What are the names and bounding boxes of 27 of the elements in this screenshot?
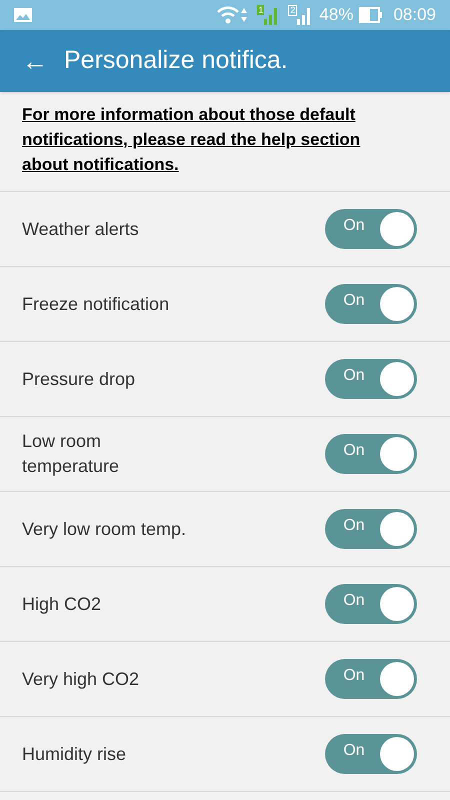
toggle-switch[interactable]: On (325, 659, 417, 699)
toggle-switch[interactable]: On (325, 359, 417, 399)
setting-label: Humidity rise (22, 742, 128, 766)
battery-icon (359, 7, 384, 23)
toggle-switch[interactable]: On (325, 734, 417, 774)
setting-label: High CO2 (22, 592, 102, 616)
page-title: Personalize notifica. (64, 45, 288, 76)
setting-label: Freeze notification (22, 292, 170, 316)
toggle-switch[interactable]: On (325, 284, 417, 324)
toggle-switch[interactable]: On (325, 209, 417, 249)
setting-label: Very high CO2 (22, 668, 140, 691)
setting-label: Low room temperature (22, 430, 120, 478)
sim-number: 1 (257, 5, 264, 15)
wifi-icon (216, 6, 240, 24)
image-icon (14, 8, 32, 22)
toggle-switch[interactable]: On (325, 509, 417, 549)
back-button[interactable]: ← (22, 48, 48, 74)
clock: 08:09 (393, 4, 436, 26)
toggle-switch[interactable]: On (325, 584, 417, 624)
setting-label: Weather alerts (22, 218, 140, 240)
sim-number: 2 (288, 5, 298, 16)
setting-label: Pressure drop (22, 368, 136, 391)
setting-label: Very low room temp. (22, 518, 188, 541)
battery-percent: 48% (319, 4, 354, 26)
toggle-switch[interactable]: On (325, 434, 417, 474)
help-link[interactable]: For more information about those default notifications, please read the help section about notifications. (22, 102, 428, 177)
data-arrows-icon (241, 8, 248, 22)
